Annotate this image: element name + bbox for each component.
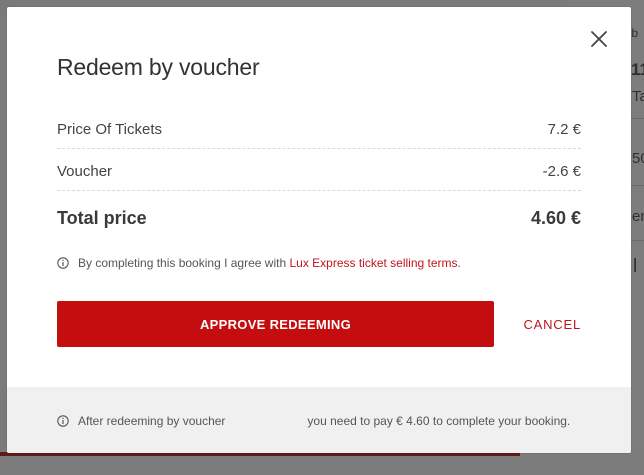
row-divider [57, 148, 581, 149]
background-text: 11 [631, 60, 644, 79]
terms-link[interactable]: Lux Express ticket selling terms [289, 256, 457, 270]
terms-notice: By completing this booking I agree with … [57, 256, 461, 270]
approve-redeeming-button[interactable]: APPROVE REDEEMING [57, 301, 494, 347]
background-text: Ta [632, 88, 644, 105]
price-row-voucher: Voucher -2.6 € [57, 159, 581, 183]
price-row-label: Price Of Tickets [57, 120, 163, 138]
footer-text-after: you need to pay € 4.60 to complete your … [307, 414, 571, 428]
background-text: 50 [632, 150, 644, 167]
cancel-button[interactable]: CANCEL [517, 312, 581, 336]
info-icon [57, 257, 69, 269]
terms-period: . [457, 256, 461, 270]
total-price-value: 4.60 € [530, 207, 581, 228]
redacted-voucher-code [227, 415, 306, 427]
modal-title: Redeem by voucher [57, 54, 260, 80]
modal-footer: After redeeming by voucher you need to p… [7, 387, 631, 453]
price-row-value: -2.6 € [542, 162, 581, 180]
background-text: en [632, 208, 644, 225]
redeem-voucher-modal: Redeem by voucher Price Of Tickets 7.2 €… [7, 7, 631, 453]
background-divider [631, 240, 644, 241]
price-row-label: Voucher [57, 162, 113, 180]
background-text: l [633, 256, 638, 277]
row-divider [57, 190, 581, 191]
close-button[interactable] [589, 29, 609, 49]
price-row-tickets: Price Of Tickets 7.2 € [57, 117, 581, 141]
close-icon [591, 31, 607, 47]
background-divider [631, 185, 644, 186]
price-row-value: 7.2 € [547, 120, 581, 138]
terms-text: By completing this booking I agree with [78, 256, 287, 270]
info-icon [57, 415, 69, 427]
total-price-label: Total price [57, 207, 147, 228]
total-price-row: Total price 4.60 € [57, 206, 581, 230]
footer-note: After redeeming by voucher you need to p… [57, 414, 581, 428]
footer-text-before: After redeeming by voucher [78, 414, 226, 428]
background-divider [631, 118, 644, 119]
